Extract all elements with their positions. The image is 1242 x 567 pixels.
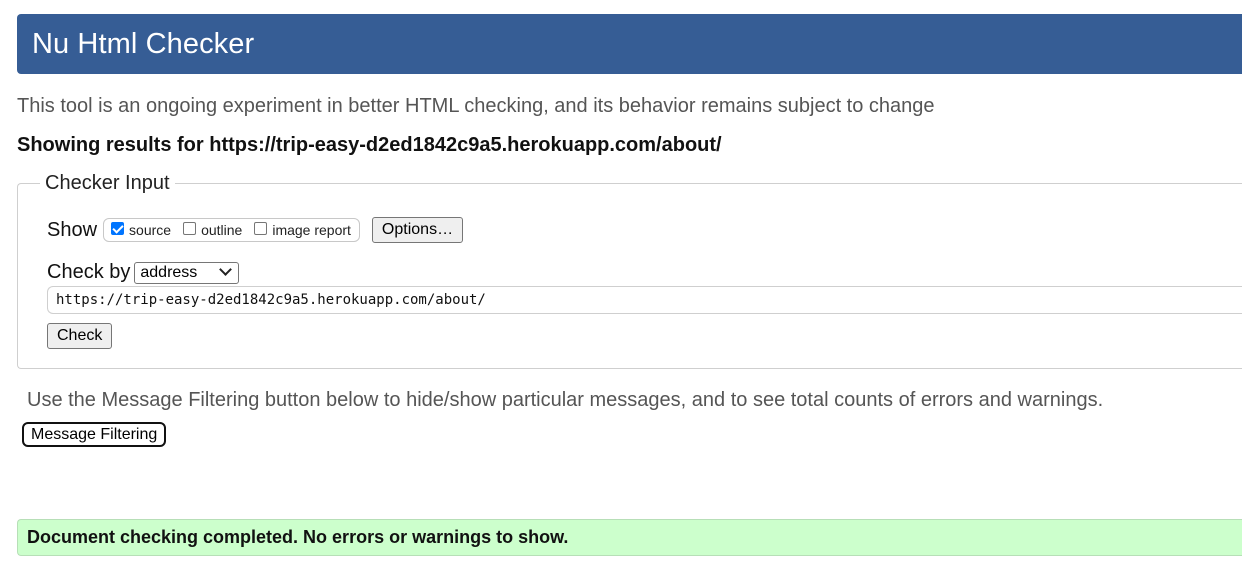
check-by-row: Check by address [47, 261, 240, 284]
page-title: Nu Html Checker [32, 27, 255, 60]
check-by-label: Check by [47, 261, 131, 283]
show-row: Show source outline image report Options… [47, 217, 464, 243]
results-heading: Showing results for https://trip-easy-d2… [17, 134, 722, 156]
message-filtering-button[interactable]: Message Filtering [22, 422, 167, 447]
image-report-checkbox[interactable] [254, 221, 268, 235]
checker-input-legend: Checker Input [40, 172, 175, 195]
show-options-group: source outline image report [103, 218, 360, 242]
source-checkbox[interactable] [111, 221, 125, 235]
page: Nu Html Checker This tool is an ongoing … [0, 0, 1242, 567]
header-bar: Nu Html Checker [17, 14, 1242, 74]
outline-label: outline [201, 222, 243, 238]
checker-input-fieldset: Checker Input Show source outline image … [17, 172, 1242, 369]
show-outline-option[interactable]: outline [183, 221, 243, 238]
source-label: source [129, 222, 172, 238]
chevron-down-icon [219, 263, 233, 276]
show-label: Show [47, 218, 98, 241]
check-by-select[interactable]: address [134, 261, 240, 284]
show-image-report-option[interactable]: image report [254, 221, 351, 238]
check-button[interactable]: Check [47, 323, 113, 349]
status-success-message: Document checking completed. No errors o… [17, 519, 1242, 556]
show-source-option[interactable]: source [111, 221, 172, 238]
url-input[interactable]: https://trip-easy-d2ed1842c9a5.herokuapp… [47, 286, 1242, 314]
outline-checkbox[interactable] [183, 221, 197, 235]
intro-text: This tool is an ongoing experiment in be… [17, 95, 935, 117]
options-button[interactable]: Options… [371, 217, 464, 243]
filtering-note: Use the Message Filtering button below t… [27, 389, 1104, 411]
url-input-value: https://trip-easy-d2ed1842c9a5.herokuapp… [56, 292, 486, 308]
check-by-selected-value: address [140, 263, 198, 281]
image-report-label: image report [272, 222, 351, 238]
